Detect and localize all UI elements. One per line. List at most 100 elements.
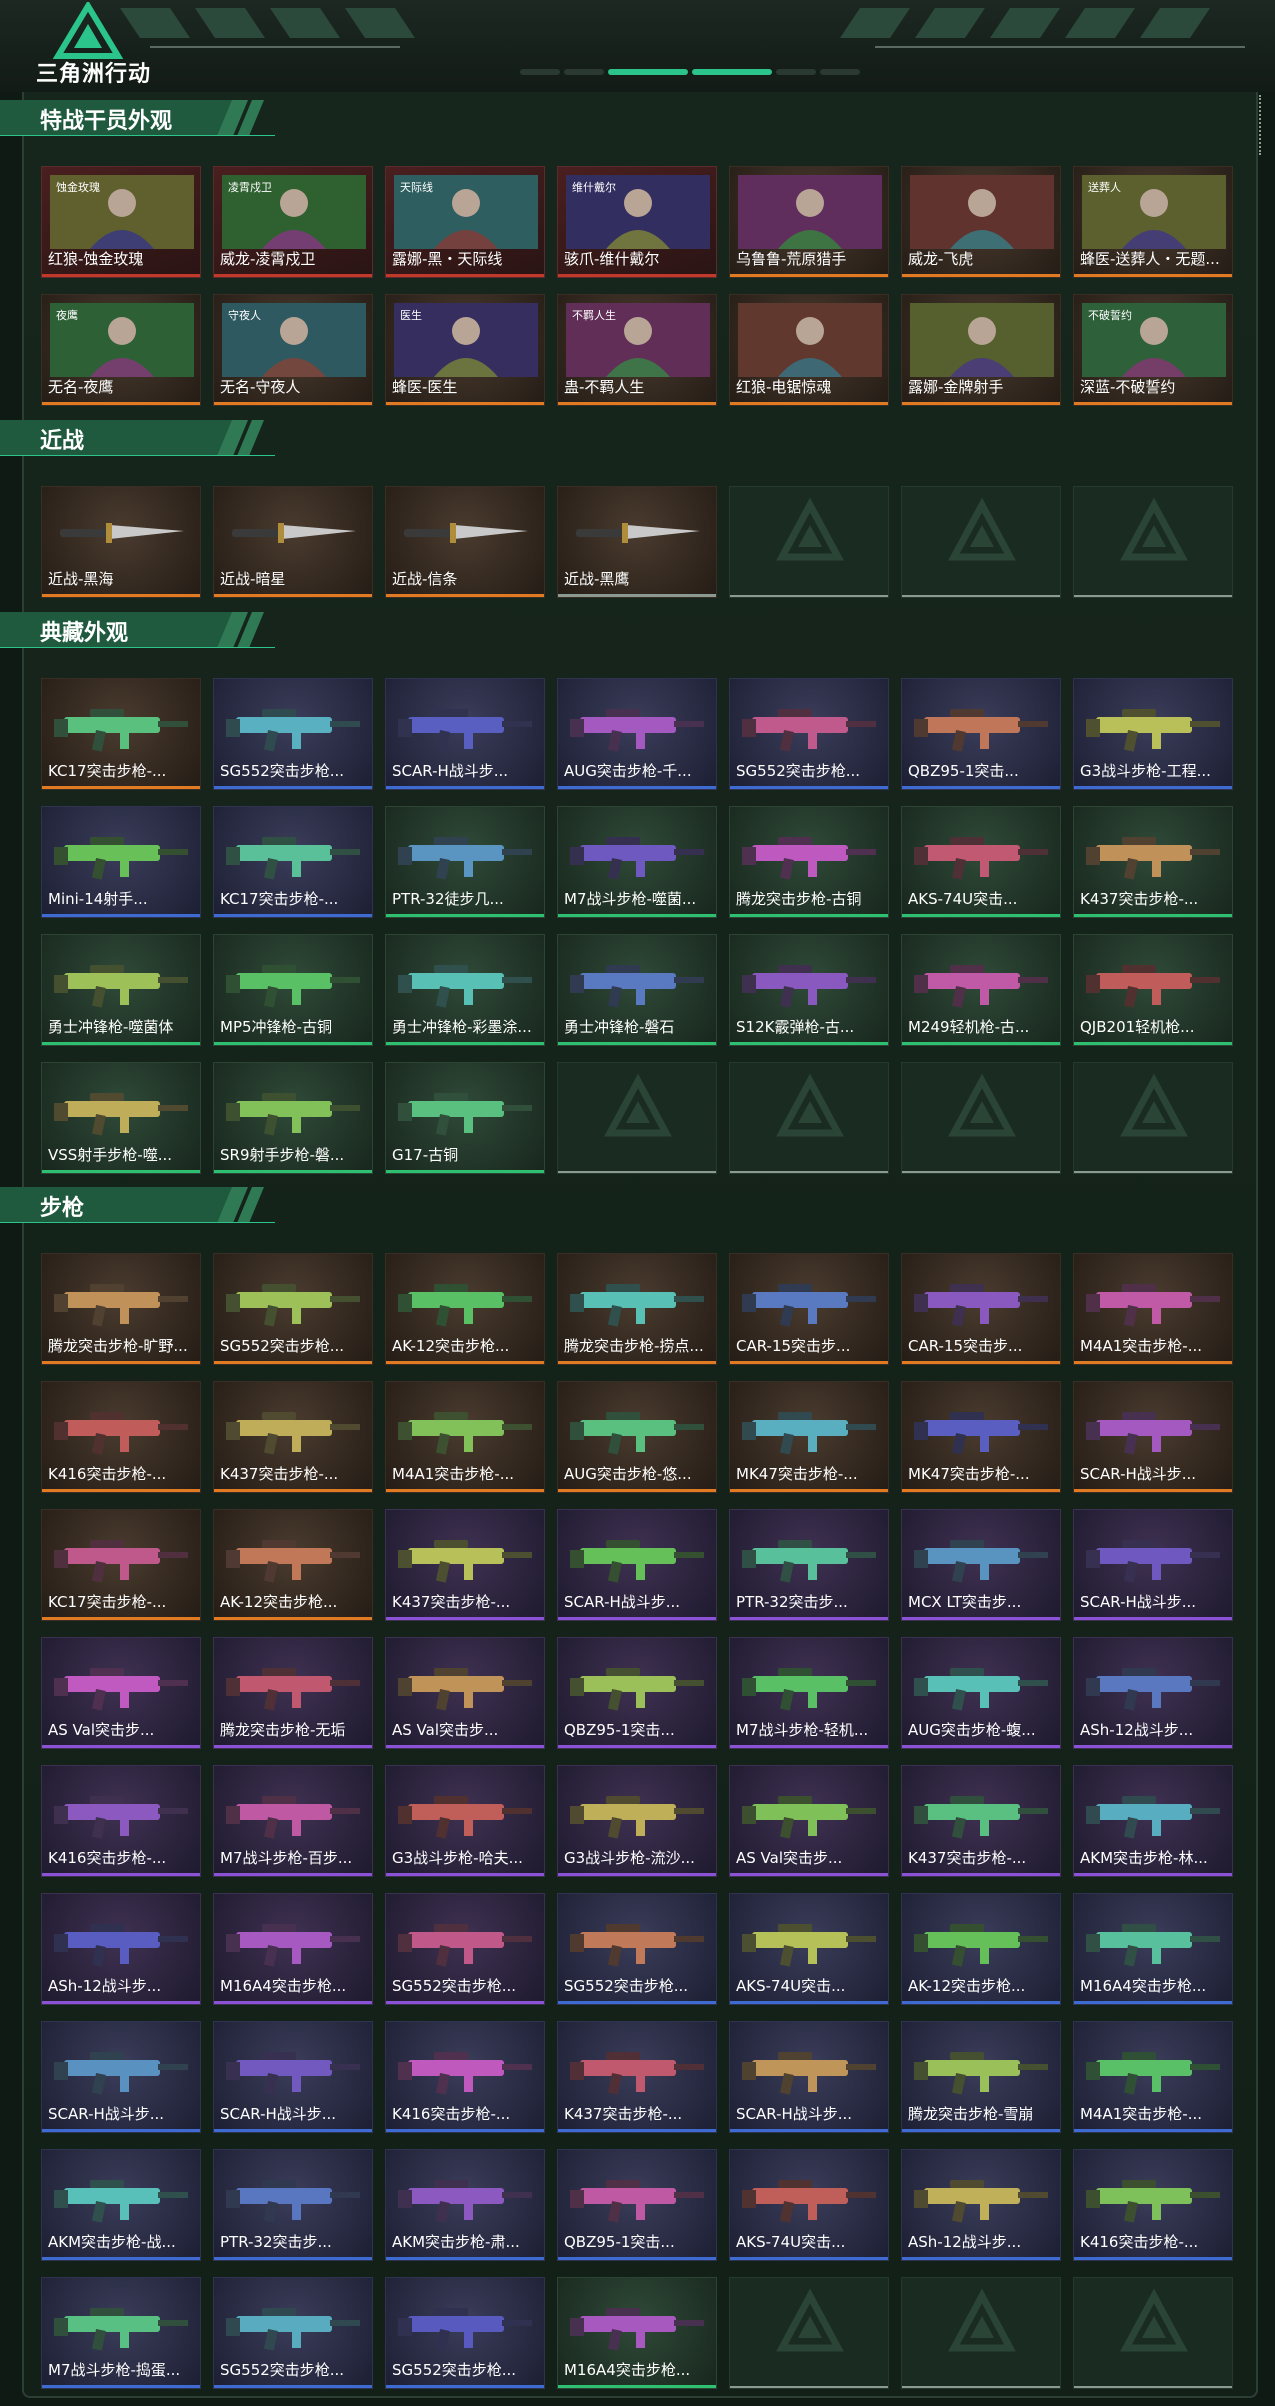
- weapon-skin-card[interactable]: SCAR-H战斗步...: [557, 1509, 717, 1621]
- weapon-skin-card[interactable]: PTR-32突击步...: [213, 2149, 373, 2261]
- weapon-skin-card[interactable]: AUG突击步枪-蝮...: [901, 1637, 1061, 1749]
- operator-skin-card[interactable]: 守夜人 无名-守夜人: [213, 294, 373, 406]
- weapon-skin-card[interactable]: M4A1突击步枪-...: [1073, 2021, 1233, 2133]
- weapon-skin-card[interactable]: M249轻机枪-古...: [901, 934, 1061, 1046]
- weapon-skin-card[interactable]: 腾龙突击步枪-捞点...: [557, 1253, 717, 1365]
- operator-skin-card[interactable]: 不羁人生 蛊-不羁人生: [557, 294, 717, 406]
- operator-skin-card[interactable]: 红狼-电锯惊魂: [729, 294, 889, 406]
- weapon-skin-card[interactable]: QJB201轻机枪...: [1073, 934, 1233, 1046]
- weapon-skin-card[interactable]: M7战斗步枪-轻机...: [729, 1637, 889, 1749]
- operator-skin-card[interactable]: 乌鲁鲁-荒原猎手: [729, 166, 889, 278]
- melee-skin-card[interactable]: 近战-暗星: [213, 486, 373, 598]
- weapon-skin-card[interactable]: AK-12突击步枪...: [901, 1893, 1061, 2005]
- weapon-skin-card[interactable]: ASh-12战斗步...: [1073, 1637, 1233, 1749]
- weapon-skin-card[interactable]: M4A1突击步枪-...: [1073, 1253, 1233, 1365]
- weapon-skin-card[interactable]: SCAR-H战斗步...: [41, 2021, 201, 2133]
- weapon-skin-card[interactable]: K416突击步枪-...: [1073, 2149, 1233, 2261]
- melee-skin-card[interactable]: 近战-信条: [385, 486, 545, 598]
- weapon-skin-card[interactable]: Mini-14射手...: [41, 806, 201, 918]
- weapon-skin-card[interactable]: MK47突击步枪-...: [901, 1381, 1061, 1493]
- weapon-skin-card[interactable]: 勇士冲锋枪-磐石: [557, 934, 717, 1046]
- weapon-skin-card[interactable]: G3战斗步枪-工程...: [1073, 678, 1233, 790]
- weapon-skin-card[interactable]: AS Val突击步...: [385, 1637, 545, 1749]
- weapon-skin-card[interactable]: 勇士冲锋枪-噬菌体: [41, 934, 201, 1046]
- weapon-skin-card[interactable]: AKS-74U突击...: [901, 806, 1061, 918]
- weapon-skin-card[interactable]: VSS射手步枪-噬...: [41, 1062, 201, 1174]
- weapon-skin-card[interactable]: SG552突击步枪...: [385, 1893, 545, 2005]
- weapon-skin-card[interactable]: SG552突击步枪...: [385, 2277, 545, 2389]
- melee-skin-card[interactable]: 近战-黑鹰: [557, 486, 717, 598]
- weapon-skin-card[interactable]: SG552突击步枪...: [729, 678, 889, 790]
- melee-skin-card[interactable]: 近战-黑海: [41, 486, 201, 598]
- scrollbar[interactable]: [1259, 95, 1264, 155]
- weapon-skin-card[interactable]: KC17突击步枪-...: [213, 806, 373, 918]
- weapon-skin-card[interactable]: AKM突击步枪-战...: [41, 2149, 201, 2261]
- operator-skin-card[interactable]: 露娜-金牌射手: [901, 294, 1061, 406]
- weapon-skin-card[interactable]: MK47突击步枪-...: [729, 1381, 889, 1493]
- operator-skin-card[interactable]: 送葬人 蜂医-送葬人・无题...: [1073, 166, 1233, 278]
- weapon-skin-card[interactable]: SCAR-H战斗步...: [1073, 1381, 1233, 1493]
- weapon-skin-card[interactable]: SR9射手步枪-磐...: [213, 1062, 373, 1174]
- weapon-skin-card[interactable]: AS Val突击步...: [41, 1637, 201, 1749]
- weapon-skin-card[interactable]: PTR-32突击步...: [729, 1509, 889, 1621]
- operator-skin-card[interactable]: 天际线 露娜-黑・天际线: [385, 166, 545, 278]
- weapon-skin-card[interactable]: KC17突击步枪-...: [41, 678, 201, 790]
- weapon-skin-card[interactable]: K437突击步枪-...: [901, 1765, 1061, 1877]
- weapon-skin-card[interactable]: AK-12突击步枪...: [385, 1253, 545, 1365]
- weapon-skin-card[interactable]: SCAR-H战斗步...: [729, 2021, 889, 2133]
- weapon-skin-card[interactable]: SCAR-H战斗步...: [385, 678, 545, 790]
- weapon-skin-card[interactable]: AKS-74U突击...: [729, 1893, 889, 2005]
- weapon-skin-card[interactable]: M7战斗步枪-捣蛋...: [41, 2277, 201, 2389]
- weapon-skin-card[interactable]: K416突击步枪-...: [41, 1381, 201, 1493]
- weapon-skin-card[interactable]: 腾龙突击步枪-古铜: [729, 806, 889, 918]
- weapon-skin-card[interactable]: AS Val突击步...: [729, 1765, 889, 1877]
- weapon-skin-card[interactable]: G3战斗步枪-流沙...: [557, 1765, 717, 1877]
- weapon-skin-card[interactable]: K437突击步枪-...: [557, 2021, 717, 2133]
- weapon-skin-card[interactable]: K416突击步枪-...: [385, 2021, 545, 2133]
- weapon-skin-card[interactable]: CAR-15突击步...: [729, 1253, 889, 1365]
- weapon-skin-card[interactable]: AKM突击步枪-肃...: [385, 2149, 545, 2261]
- weapon-skin-card[interactable]: K437突击步枪-...: [385, 1509, 545, 1621]
- weapon-skin-card[interactable]: MCX LT突击步...: [901, 1509, 1061, 1621]
- weapon-skin-card[interactable]: KC17突击步枪-...: [41, 1509, 201, 1621]
- weapon-skin-card[interactable]: QBZ95-1突击...: [901, 678, 1061, 790]
- operator-skin-card[interactable]: 威龙-飞虎: [901, 166, 1061, 278]
- weapon-skin-card[interactable]: M16A4突击步枪...: [557, 2277, 717, 2389]
- weapon-skin-card[interactable]: ASh-12战斗步...: [901, 2149, 1061, 2261]
- weapon-skin-card[interactable]: SG552突击步枪...: [213, 1253, 373, 1365]
- operator-skin-card[interactable]: 不破誓约 深蓝-不破誓约: [1073, 294, 1233, 406]
- weapon-skin-card[interactable]: SG552突击步枪...: [213, 2277, 373, 2389]
- operator-skin-card[interactable]: 凌霄戍卫 威龙-凌霄戍卫: [213, 166, 373, 278]
- operator-skin-card[interactable]: 蚀金玫瑰 红狼-蚀金玫瑰: [41, 166, 201, 278]
- weapon-skin-card[interactable]: G17-古铜: [385, 1062, 545, 1174]
- weapon-skin-card[interactable]: K437突击步枪-...: [213, 1381, 373, 1493]
- weapon-skin-card[interactable]: AUG突击步枪-千...: [557, 678, 717, 790]
- weapon-skin-card[interactable]: AK-12突击步枪...: [213, 1509, 373, 1621]
- weapon-skin-card[interactable]: M7战斗步枪-百步...: [213, 1765, 373, 1877]
- weapon-skin-card[interactable]: S12K霰弹枪-古...: [729, 934, 889, 1046]
- weapon-skin-card[interactable]: 腾龙突击步枪-旷野...: [41, 1253, 201, 1365]
- operator-skin-card[interactable]: 维什戴尔 骇爪-维什戴尔: [557, 166, 717, 278]
- weapon-skin-card[interactable]: AUG突击步枪-悠...: [557, 1381, 717, 1493]
- weapon-skin-card[interactable]: AKS-74U突击...: [729, 2149, 889, 2261]
- weapon-skin-card[interactable]: M16A4突击步枪...: [213, 1893, 373, 2005]
- weapon-skin-card[interactable]: ASh-12战斗步...: [41, 1893, 201, 2005]
- weapon-skin-card[interactable]: M4A1突击步枪-...: [385, 1381, 545, 1493]
- weapon-skin-card[interactable]: SCAR-H战斗步...: [1073, 1509, 1233, 1621]
- weapon-skin-card[interactable]: CAR-15突击步...: [901, 1253, 1061, 1365]
- weapon-skin-card[interactable]: SCAR-H战斗步...: [213, 2021, 373, 2133]
- weapon-skin-card[interactable]: 勇士冲锋枪-彩墨涂...: [385, 934, 545, 1046]
- weapon-skin-card[interactable]: M16A4突击步枪...: [1073, 1893, 1233, 2005]
- weapon-skin-card[interactable]: MP5冲锋枪-古铜: [213, 934, 373, 1046]
- weapon-skin-card[interactable]: K416突击步枪-...: [41, 1765, 201, 1877]
- operator-skin-card[interactable]: 医生 蜂医-医生: [385, 294, 545, 406]
- weapon-skin-card[interactable]: QBZ95-1突击...: [557, 2149, 717, 2261]
- weapon-skin-card[interactable]: SG552突击步枪...: [557, 1893, 717, 2005]
- operator-skin-card[interactable]: 夜鹰 无名-夜鹰: [41, 294, 201, 406]
- weapon-skin-card[interactable]: AKM突击步枪-林...: [1073, 1765, 1233, 1877]
- weapon-skin-card[interactable]: PTR-32徒步几...: [385, 806, 545, 918]
- weapon-skin-card[interactable]: QBZ95-1突击...: [557, 1637, 717, 1749]
- weapon-skin-card[interactable]: 腾龙突击步枪-雪崩: [901, 2021, 1061, 2133]
- weapon-skin-card[interactable]: 腾龙突击步枪-无垢: [213, 1637, 373, 1749]
- weapon-skin-card[interactable]: K437突击步枪-...: [1073, 806, 1233, 918]
